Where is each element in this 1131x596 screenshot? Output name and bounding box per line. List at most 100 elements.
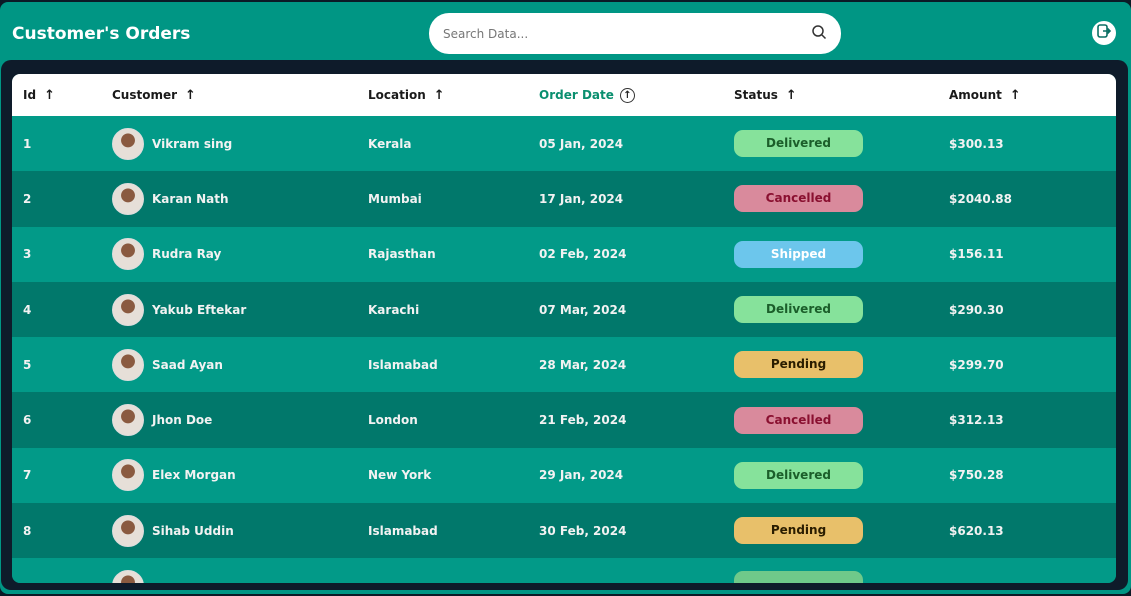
- customer-name: Saad Ayan: [152, 357, 223, 372]
- status-badge: Pending: [734, 517, 863, 545]
- cell-amount: $300.13: [949, 136, 1004, 151]
- table-row[interactable]: 1 Vikram sing Kerala 05 Jan, 2024 Delive…: [12, 116, 1116, 172]
- cell-customer: Rudra Ray: [112, 238, 368, 271]
- cell-order-date: 17 Jan, 2024: [539, 191, 624, 206]
- col-label: Id: [23, 87, 37, 102]
- cell-amount: $156.11: [949, 247, 1004, 262]
- status-badge: Cancelled: [734, 185, 863, 213]
- col-label: Customer: [112, 87, 178, 102]
- search-icon[interactable]: [811, 24, 827, 44]
- table-row[interactable]: 3 Rudra Ray Rajasthan 02 Feb, 2024 Shipp…: [12, 226, 1116, 282]
- cell-order-date: 30 Feb, 2024: [539, 523, 627, 538]
- cell-customer: Vikram sing: [112, 127, 368, 160]
- cell-order-date: 29 Jan, 2024: [539, 468, 624, 483]
- cell-id: 3: [23, 247, 32, 262]
- cell-location: Kerala: [368, 136, 412, 151]
- avatar: [112, 127, 144, 160]
- cell-id: 6: [23, 413, 32, 428]
- customer-name: Vikram sing: [152, 136, 233, 151]
- cell-location: Karachi: [368, 302, 420, 317]
- logout-icon: [1096, 23, 1112, 43]
- cell-location: Islamabad: [368, 523, 438, 538]
- status-badge: Delivered: [734, 461, 863, 489]
- cell-amount: $312.13: [949, 413, 1004, 428]
- cell-amount: $290.30: [949, 302, 1004, 317]
- search-input[interactable]: [443, 26, 811, 41]
- col-status[interactable]: Status ↑: [734, 88, 949, 103]
- sort-arrow-icon[interactable]: ↑: [619, 87, 635, 103]
- cell-order-date: 21 Feb, 2024: [539, 413, 627, 428]
- cell-order-date: 02 Feb, 2024: [539, 247, 627, 262]
- table-row[interactable]: 2 Karan Nath Mumbai 17 Jan, 2024 Cancell…: [12, 171, 1116, 227]
- table-header: Id ↑ Customer ↑ Location ↑ Order Date ↑ Stat…: [12, 74, 1116, 116]
- cell-customer: Saad Ayan: [112, 348, 368, 381]
- search-bar[interactable]: [429, 13, 841, 54]
- cell-customer: Sihab Uddin: [112, 514, 368, 547]
- sort-arrow-icon[interactable]: ↑: [185, 88, 196, 103]
- avatar: [112, 348, 144, 381]
- orders-table: Id ↑ Customer ↑ Location ↑ Order Date ↑ Stat…: [12, 74, 1116, 583]
- avatar: [112, 404, 144, 437]
- col-id[interactable]: Id ↑: [12, 88, 112, 103]
- cell-id: 5: [23, 357, 32, 372]
- col-label: Location: [368, 87, 426, 102]
- sort-arrow-icon[interactable]: ↑: [44, 88, 55, 103]
- table-row[interactable]: 5 Saad Ayan Islamabad 28 Mar, 2024 Pendi…: [12, 337, 1116, 393]
- cell-customer: Jhon Doe: [112, 404, 368, 437]
- status-badge: Cancelled: [734, 406, 863, 434]
- table-row[interactable]: 7 Elex Morgan New York 29 Jan, 2024 Deli…: [12, 447, 1116, 504]
- avatar: [112, 514, 144, 547]
- col-location[interactable]: Location ↑: [368, 88, 539, 103]
- cell-location: London: [368, 413, 418, 428]
- sort-arrow-icon[interactable]: ↑: [786, 88, 797, 103]
- cell-id: 4: [23, 302, 32, 317]
- cell-id: 8: [23, 523, 32, 538]
- page-title: Customer's Orders: [12, 24, 191, 44]
- table-row[interactable]: 4 Yakub Eftekar Karachi 07 Mar, 2024 Del…: [12, 281, 1116, 338]
- status-badge: Shipped: [734, 240, 863, 268]
- cell-customer: Elex Morgan: [112, 459, 368, 492]
- cell-amount: $750.28: [949, 468, 1004, 483]
- col-amount[interactable]: Amount ↑: [949, 88, 1116, 103]
- cell-status: Delivered: [734, 130, 949, 158]
- status-badge: [734, 571, 863, 583]
- table-row[interactable]: 6 Jhon Doe London 21 Feb, 2024 Cancelled…: [12, 392, 1116, 448]
- cell-id: 2: [23, 191, 32, 206]
- cell-id: 1: [23, 136, 32, 151]
- avatar: [112, 238, 144, 271]
- customer-name: Elex Morgan: [152, 468, 236, 483]
- cell-amount: $620.13: [949, 523, 1004, 538]
- sort-arrow-icon[interactable]: ↑: [1010, 88, 1021, 103]
- table-row[interactable]: 8 Sihab Uddin Islamabad 30 Feb, 2024 Pen…: [12, 503, 1116, 559]
- col-label: Order Date: [539, 87, 614, 102]
- cell-status: Cancelled: [734, 185, 949, 213]
- cell-order-date: 07 Mar, 2024: [539, 302, 627, 317]
- table-body: 1 Vikram sing Kerala 05 Jan, 2024 Delive…: [12, 116, 1116, 583]
- status-badge: Pending: [734, 351, 863, 379]
- logout-button[interactable]: [1092, 21, 1116, 45]
- cell-status: Pending: [734, 351, 949, 379]
- status-badge: Delivered: [734, 130, 863, 158]
- cell-customer: Karan Nath: [112, 182, 368, 215]
- customer-name: Yakub Eftekar: [152, 302, 247, 317]
- customer-name: Jhon Doe: [152, 413, 213, 428]
- cell-order-date: 05 Jan, 2024: [539, 136, 624, 151]
- cell-order-date: 28 Mar, 2024: [539, 357, 627, 372]
- avatar: [112, 570, 144, 583]
- table-row-partial[interactable]: [12, 558, 1116, 583]
- col-label: Amount: [949, 87, 1002, 102]
- avatar: [112, 293, 144, 326]
- cell-location: Mumbai: [368, 191, 422, 206]
- cell-location: New York: [368, 468, 432, 483]
- cell-status: Pending: [734, 517, 949, 545]
- cell-amount: $2040.88: [949, 191, 1013, 206]
- avatar: [112, 459, 144, 492]
- cell-amount: $299.70: [949, 357, 1004, 372]
- cell-location: Islamabad: [368, 357, 438, 372]
- cell-status: Delivered: [734, 296, 949, 324]
- sort-arrow-icon[interactable]: ↑: [434, 88, 445, 103]
- cell-status: Delivered: [734, 461, 949, 489]
- customer-name: Sihab Uddin: [152, 523, 234, 538]
- col-order-date[interactable]: Order Date ↑: [539, 87, 734, 103]
- col-customer[interactable]: Customer ↑: [112, 88, 368, 103]
